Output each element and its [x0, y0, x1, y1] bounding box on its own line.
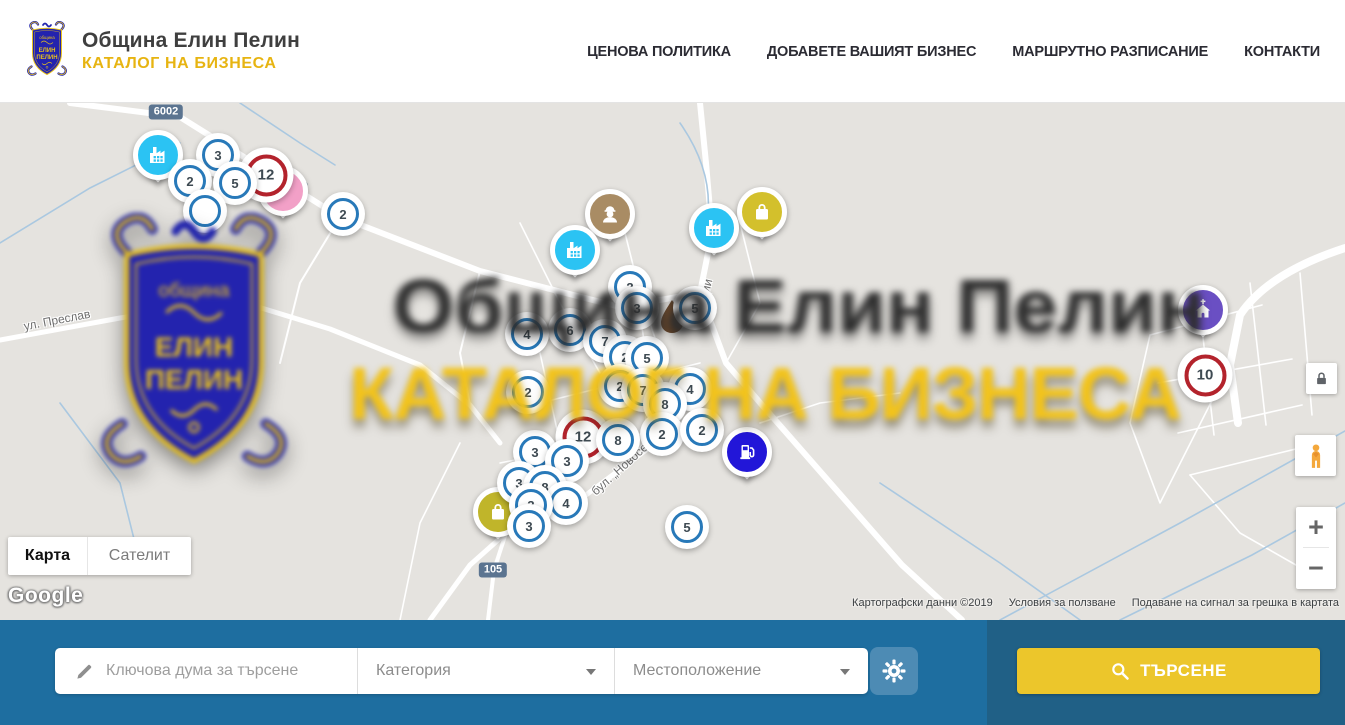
- logo-title: Община Елин Пелин: [82, 29, 300, 53]
- fuel-pin[interactable]: [722, 427, 772, 477]
- cluster-count: 5: [679, 292, 711, 324]
- zoom-in-button[interactable]: +: [1296, 507, 1336, 547]
- cluster-count: 4: [550, 487, 582, 519]
- svg-text:ЕЛИН: ЕЛИН: [39, 48, 56, 54]
- logo-text: Община Елин Пелин КАТАЛОГ НА БИЗНЕСА: [82, 29, 300, 73]
- cluster-marker[interactable]: 3: [507, 504, 551, 548]
- map-attribution: Картографски данни ©2019 Условия за полз…: [852, 597, 1339, 609]
- pegman-icon: [1305, 443, 1327, 469]
- zoom-out-button[interactable]: −: [1296, 548, 1336, 588]
- page: община ЕЛИН ПЕЛИН Община Елин Пелин КАТА…: [0, 0, 1345, 725]
- nav-link-2[interactable]: МАРШРУТНО РАЗПИСАНИЕ: [1012, 44, 1208, 60]
- cluster-marker[interactable]: 5: [665, 505, 709, 549]
- factory-pin[interactable]: [550, 225, 600, 275]
- map-canvas[interactable]: ул. Преславбул. „Новоселции6002105: [0, 103, 1345, 620]
- cluster-count: 2: [646, 418, 678, 450]
- cluster-count: 2: [686, 414, 718, 446]
- svg-text:ПЕЛИН: ПЕЛИН: [36, 55, 57, 61]
- logo-subtitle: КАТАЛОГ НА БИЗНЕСА: [82, 55, 300, 73]
- cluster-count: 2: [327, 198, 359, 230]
- google-logo[interactable]: Google: [8, 584, 83, 608]
- road-badge: 6002: [149, 105, 183, 120]
- cluster-count: 2: [512, 376, 544, 408]
- cluster-count: [189, 195, 221, 227]
- zoom-control: + −: [1296, 507, 1336, 589]
- cluster-count: 10: [1184, 354, 1226, 396]
- cluster-count: 5: [671, 511, 703, 543]
- cluster-marker[interactable]: 2: [680, 408, 724, 452]
- shopping-bag-pin[interactable]: [737, 187, 787, 237]
- search-submit-button[interactable]: ТЪРСЕНЕ: [1017, 648, 1320, 694]
- advanced-settings-button[interactable]: [870, 647, 918, 695]
- cluster-count: 8: [602, 424, 634, 456]
- main-nav: ЦЕНОВА ПОЛИТИКА ДОБАВЕТЕ ВАШИЯТ БИЗНЕС МАР…: [587, 0, 1320, 103]
- cluster-marker[interactable]: 8: [596, 418, 640, 462]
- road-badge: 105: [479, 563, 507, 578]
- pin-circle: [1178, 285, 1228, 335]
- lock-button[interactable]: [1306, 363, 1337, 394]
- chevron-down-icon: [840, 669, 850, 675]
- cluster-count: 3: [513, 510, 545, 542]
- cluster-marker[interactable]: 2: [506, 370, 550, 414]
- cluster-marker[interactable]: [183, 189, 227, 233]
- nav-link-0[interactable]: ЦЕНОВА ПОЛИТИКА: [587, 44, 731, 60]
- search-form: Категория Местоположение: [55, 648, 868, 694]
- cluster-marker[interactable]: 5: [673, 286, 717, 330]
- search-bar: Категория Местоположение: [0, 620, 1345, 725]
- church-pin[interactable]: [1178, 285, 1228, 335]
- map-type-map-button[interactable]: Карта: [8, 537, 88, 575]
- header: община ЕЛИН ПЕЛИН Община Елин Пелин КАТА…: [0, 0, 1345, 103]
- cluster-count: 4: [511, 318, 543, 350]
- keyword-input[interactable]: [106, 662, 346, 680]
- cluster-marker[interactable]: 4: [505, 312, 549, 356]
- street-view-pegman[interactable]: [1295, 435, 1336, 476]
- cluster-marker[interactable]: 2: [640, 412, 684, 456]
- cluster-marker[interactable]: 10: [1178, 348, 1233, 403]
- padlock-icon: [1314, 371, 1329, 386]
- category-select[interactable]: Категория: [358, 648, 615, 694]
- svg-text:община: община: [39, 35, 55, 40]
- cluster-marker[interactable]: 3: [615, 286, 659, 330]
- attribution-terms-link[interactable]: Условия за ползване: [1009, 597, 1116, 609]
- cluster-count: 6: [554, 314, 586, 346]
- municipality-crest-icon: община ЕЛИН ПЕЛИН: [22, 21, 72, 81]
- cluster-count: 3: [621, 292, 653, 324]
- pin-circle: [550, 225, 600, 275]
- factory-pin[interactable]: [689, 203, 739, 253]
- search-button-label: ТЪРСЕНЕ: [1140, 661, 1227, 681]
- nav-link-3[interactable]: КОНТАКТИ: [1244, 44, 1320, 60]
- map-type-satellite-button[interactable]: Сателит: [88, 537, 191, 575]
- category-placeholder: Категория: [376, 662, 451, 680]
- cluster-marker[interactable]: 2: [321, 192, 365, 236]
- gear-icon: [882, 659, 906, 683]
- cluster-count: 5: [219, 167, 251, 199]
- pin-circle: [689, 203, 739, 253]
- keyword-field[interactable]: [55, 648, 358, 694]
- attribution-copyright: Картографски данни ©2019: [852, 597, 993, 609]
- map-type-control: Карта Сателит: [8, 537, 191, 575]
- nav-link-1[interactable]: ДОБАВЕТЕ ВАШИЯТ БИЗНЕС: [767, 44, 976, 60]
- attribution-report-link[interactable]: Подаване на сигнал за грешка в картата: [1132, 597, 1339, 609]
- location-select[interactable]: Местоположение: [615, 648, 868, 694]
- location-placeholder: Местоположение: [633, 662, 761, 680]
- pin-circle: [722, 427, 772, 477]
- pin-circle: [737, 187, 787, 237]
- chevron-down-icon: [586, 669, 596, 675]
- pencil-icon: [75, 662, 94, 681]
- site-logo[interactable]: община ЕЛИН ПЕЛИН Община Елин Пелин КАТА…: [22, 21, 300, 81]
- search-icon: [1110, 661, 1130, 681]
